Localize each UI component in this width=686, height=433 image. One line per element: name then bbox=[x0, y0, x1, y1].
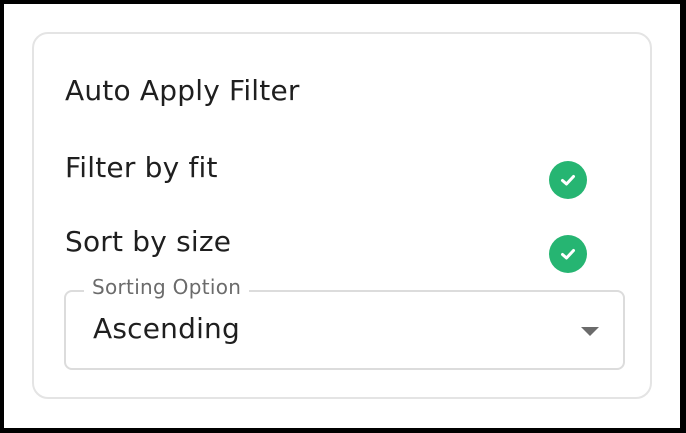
sort-by-size-label: Sort by size bbox=[65, 225, 232, 258]
frame: Auto Apply Filter Filter by fit Sort by … bbox=[4, 4, 680, 428]
sorting-option-label: Sorting Option bbox=[84, 275, 250, 299]
chevron-down-icon bbox=[581, 327, 599, 336]
filter-by-fit-label: Filter by fit bbox=[65, 151, 218, 184]
filter-card: Auto Apply Filter Filter by fit Sort by … bbox=[32, 32, 652, 399]
check-icon bbox=[561, 249, 575, 260]
check-icon bbox=[561, 175, 575, 186]
card-title: Auto Apply Filter bbox=[65, 74, 300, 107]
sorting-option-value: Ascending bbox=[93, 312, 240, 345]
sorting-option-select[interactable]: Sorting Option Ascending bbox=[64, 275, 625, 370]
sort-by-size-toggle[interactable] bbox=[549, 235, 587, 273]
filter-by-fit-toggle[interactable] bbox=[549, 161, 587, 199]
